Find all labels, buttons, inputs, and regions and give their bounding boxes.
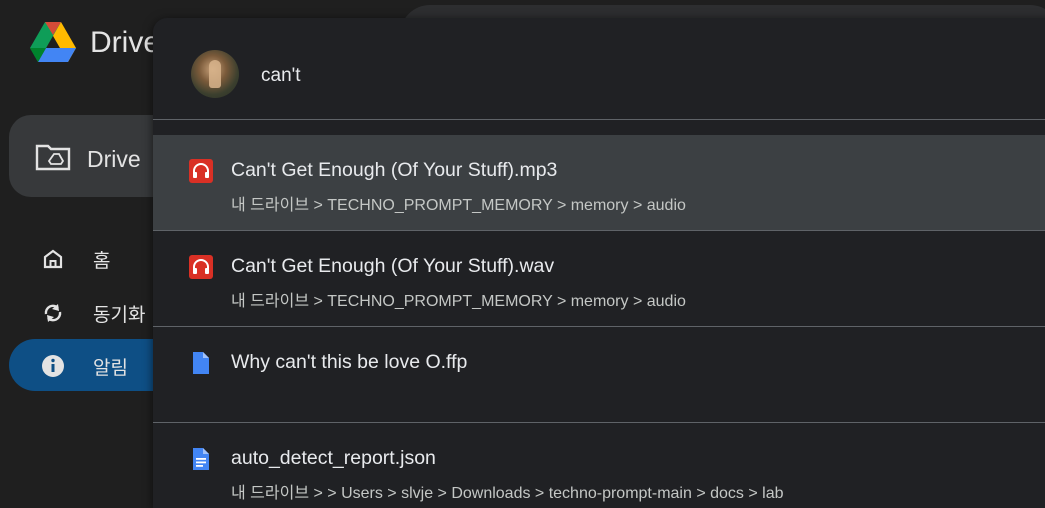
audio-file-icon — [189, 159, 213, 183]
result-file-path: 내 드라이브 > TECHNO_PROMPT_MEMORY > memory >… — [231, 197, 686, 214]
avatar[interactable] — [191, 50, 239, 98]
search-result-item[interactable]: auto_detect_report.json 내 드라이브 > > Users… — [153, 423, 1045, 508]
document-icon — [193, 448, 209, 470]
search-query-row[interactable]: can't — [153, 18, 1045, 119]
sync-icon — [44, 304, 62, 322]
search-suggestions-dropdown: can't Can't Get Enough (Of Your Stuff).m… — [153, 18, 1045, 508]
result-file-name: auto_detect_report.json — [231, 447, 436, 469]
search-result-item[interactable]: Can't Get Enough (Of Your Stuff).mp3 내 드… — [153, 135, 1045, 230]
result-file-path: 내 드라이브 > > Users > slvje > Downloads > t… — [231, 485, 784, 502]
info-icon — [42, 355, 64, 377]
audio-file-icon — [189, 255, 213, 279]
drive-logo-icon — [30, 22, 76, 62]
sidebar-item-label: 홈 — [93, 251, 111, 272]
search-result-item[interactable]: Can't Get Enough (Of Your Stuff).wav 내 드… — [153, 231, 1045, 326]
sidebar-item-label: 알림 — [93, 358, 128, 379]
drive-label: Drive — [87, 146, 141, 172]
home-icon — [43, 249, 63, 269]
file-icon — [193, 352, 209, 374]
divider — [153, 119, 1045, 120]
drive-folder-icon — [35, 144, 71, 171]
result-file-name: Can't Get Enough (Of Your Stuff).mp3 — [231, 159, 558, 181]
search-query-text[interactable]: can't — [261, 65, 301, 87]
sidebar-item-label: 동기화 — [93, 305, 146, 326]
app-title: Drive — [90, 26, 161, 59]
result-file-name: Can't Get Enough (Of Your Stuff).wav — [231, 255, 555, 277]
search-result-item[interactable]: Why can't this be love O.ffp — [153, 327, 1045, 422]
result-file-name: Why can't this be love O.ffp — [231, 351, 468, 373]
result-file-path: 내 드라이브 > TECHNO_PROMPT_MEMORY > memory >… — [231, 293, 686, 310]
